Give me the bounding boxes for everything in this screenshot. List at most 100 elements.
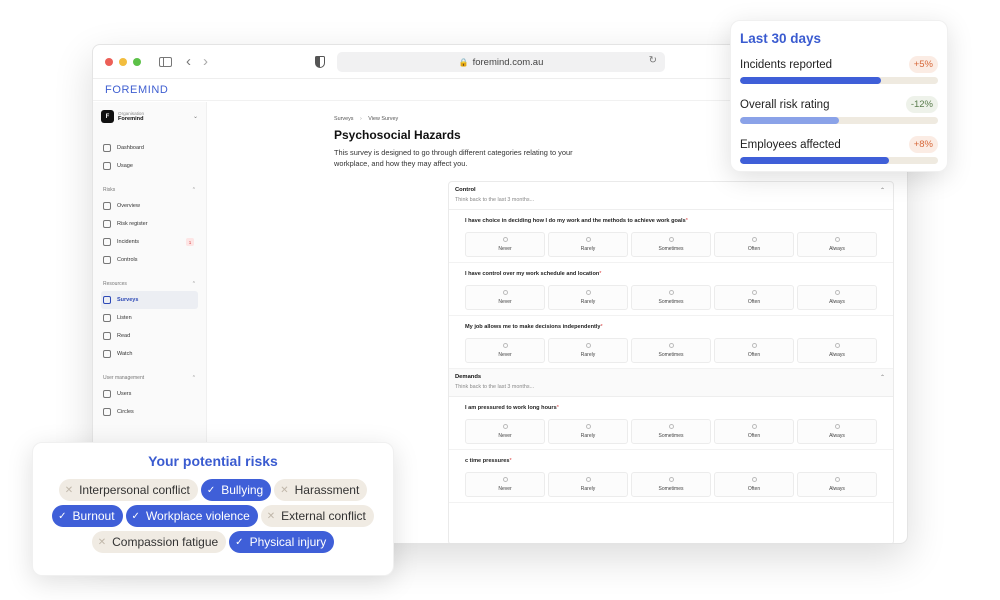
back-arrow-icon[interactable]: ‹ (186, 54, 191, 69)
sidebar-item-watch[interactable]: Watch (101, 345, 198, 363)
radio-button[interactable] (668, 237, 674, 242)
answer-option-sometimes[interactable]: Sometimes (631, 338, 711, 363)
progress-fill (740, 77, 881, 84)
question-text: I have choice in deciding how I do my wo… (465, 218, 877, 224)
minimize-window-button[interactable] (119, 57, 127, 66)
radio-button[interactable] (834, 477, 840, 482)
address-bar[interactable]: 🔒 foremind.com.au ↻ (337, 52, 665, 72)
org-text: Organisation Foremind (118, 111, 193, 122)
radio-button[interactable] (585, 237, 591, 242)
answer-option-always[interactable]: Always (797, 232, 877, 257)
answer-option-never[interactable]: Never (465, 232, 545, 257)
shield-icon[interactable] (315, 56, 325, 68)
section-risks[interactable]: Risks ⌃ (103, 187, 196, 193)
answer-option-always[interactable]: Always (797, 338, 877, 363)
stats-card: Last 30 days Incidents reported +5% Overal… (730, 20, 948, 172)
answer-option-rarely[interactable]: Rarely (548, 419, 628, 444)
radio-button[interactable] (668, 290, 674, 295)
answer-option-always[interactable]: Always (797, 285, 877, 310)
radio-button[interactable] (502, 343, 508, 348)
stat-line: Overall risk rating -12% (740, 96, 938, 113)
radio-button[interactable] (585, 424, 591, 429)
answer-options: Never Rarely Sometimes Often Always (465, 232, 877, 257)
answer-option-rarely[interactable]: Rarely (548, 472, 628, 497)
sidebar-item-circles[interactable]: Circles (101, 403, 198, 421)
sidebar-item-incidents[interactable]: Incidents 1 (101, 233, 198, 251)
sidebar-toggle-icon[interactable] (159, 56, 172, 67)
check-icon: ✓ (58, 510, 67, 522)
risk-tag-physical-injury[interactable]: ✓ Physical injury (229, 531, 335, 553)
answer-option-sometimes[interactable]: Sometimes (631, 419, 711, 444)
risk-tag-external-conflict[interactable]: ✕ External conflict (260, 505, 374, 527)
radio-button[interactable] (834, 424, 840, 429)
sidebar-item-dashboard[interactable]: Dashboard (101, 139, 198, 157)
radio-button[interactable] (502, 424, 508, 429)
answer-option-sometimes[interactable]: Sometimes (631, 472, 711, 497)
answer-option-never[interactable]: Never (465, 338, 545, 363)
answer-option-sometimes[interactable]: Sometimes (631, 232, 711, 257)
sidebar-item-listen[interactable]: Listen (101, 309, 198, 327)
answer-option-never[interactable]: Never (465, 472, 545, 497)
risk-tag-bullying[interactable]: ✓ Bullying (200, 479, 272, 501)
sidebar-item-overview[interactable]: Overview (101, 197, 198, 215)
section-user-management[interactable]: User management ⌃ (103, 375, 196, 381)
sidebar-item-label: Risk register (117, 221, 148, 227)
foremind-logo[interactable]: FOREMIND (105, 84, 168, 96)
radio-button[interactable] (751, 343, 757, 348)
reload-icon[interactable]: ↻ (649, 55, 657, 66)
radio-button[interactable] (834, 343, 840, 348)
sidebar-item-surveys[interactable]: Surveys (101, 291, 198, 309)
risk-tag-harassment[interactable]: ✕ Harassment (274, 479, 368, 501)
radio-button[interactable] (834, 237, 840, 242)
breadcrumb-surveys[interactable]: Surveys (334, 116, 353, 122)
risk-tag-workplace-violence[interactable]: ✓ Workplace violence (125, 505, 258, 527)
section-demands-header[interactable]: Demands Think back to the last 3 months.… (449, 369, 893, 397)
answer-option-label: Rarely (580, 352, 596, 358)
answer-option-often[interactable]: Often (714, 232, 794, 257)
radio-button[interactable] (585, 477, 591, 482)
answer-option-rarely[interactable]: Rarely (548, 285, 628, 310)
section-resources[interactable]: Resources ⌃ (103, 281, 196, 287)
sidebar-item-read[interactable]: Read (101, 327, 198, 345)
risk-tags: ✕ Interpersonal conflict ✓ Bullying ✕ Harassm… (42, 479, 384, 553)
sidebar-item-risk-register[interactable]: Risk register (101, 215, 198, 233)
answer-option-often[interactable]: Often (714, 419, 794, 444)
chevron-up-icon[interactable]: ⌃ (880, 187, 885, 194)
radio-button[interactable] (751, 237, 757, 242)
maximize-window-button[interactable] (133, 57, 141, 66)
radio-button[interactable] (585, 343, 591, 348)
incidents-badge: 1 (186, 238, 194, 246)
sidebar-item-usage[interactable]: Usage (101, 157, 198, 175)
risk-tag-compassion-fatigue[interactable]: ✕ Compassion fatigue (91, 531, 227, 553)
sidebar-item-users[interactable]: Users (101, 385, 198, 403)
answer-option-never[interactable]: Never (465, 419, 545, 444)
answer-option-often[interactable]: Often (714, 472, 794, 497)
radio-button[interactable] (502, 290, 508, 295)
radio-button[interactable] (502, 237, 508, 242)
answer-option-always[interactable]: Always (797, 419, 877, 444)
chevron-up-icon[interactable]: ⌃ (880, 374, 885, 381)
close-window-button[interactable] (105, 57, 113, 66)
radio-button[interactable] (751, 477, 757, 482)
sidebar-item-controls[interactable]: Controls (101, 251, 198, 269)
answer-option-rarely[interactable]: Rarely (548, 232, 628, 257)
radio-button[interactable] (668, 343, 674, 348)
answer-option-never[interactable]: Never (465, 285, 545, 310)
answer-option-sometimes[interactable]: Sometimes (631, 285, 711, 310)
radio-button[interactable] (834, 290, 840, 295)
radio-button[interactable] (751, 424, 757, 429)
risk-tag-burnout[interactable]: ✓ Burnout (52, 505, 123, 527)
radio-button[interactable] (751, 290, 757, 295)
radio-button[interactable] (668, 477, 674, 482)
forward-arrow-icon[interactable]: › (203, 54, 208, 69)
answer-option-always[interactable]: Always (797, 472, 877, 497)
section-control-header[interactable]: Control Think back to the last 3 months.… (449, 182, 893, 210)
answer-option-rarely[interactable]: Rarely (548, 338, 628, 363)
answer-option-often[interactable]: Often (714, 338, 794, 363)
answer-option-often[interactable]: Often (714, 285, 794, 310)
radio-button[interactable] (668, 424, 674, 429)
radio-button[interactable] (585, 290, 591, 295)
risk-tag-interpersonal-conflict[interactable]: ✕ Interpersonal conflict (58, 479, 198, 501)
organisation-switcher[interactable]: F Organisation Foremind ⌄ (101, 110, 198, 123)
radio-button[interactable] (502, 477, 508, 482)
